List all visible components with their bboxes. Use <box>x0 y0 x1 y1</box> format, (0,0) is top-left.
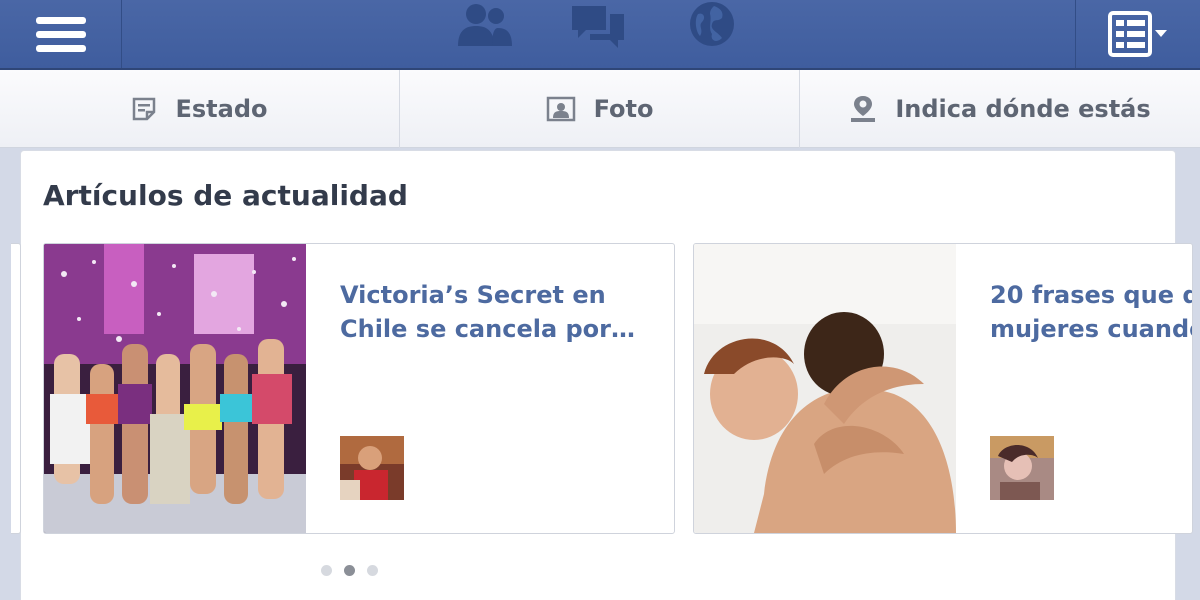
card-title: Artículos de actualidad <box>43 179 408 212</box>
top-navigation-bar <box>0 0 1200 70</box>
trending-articles-card: Artículos de actualidad Victoria’s Secre… <box>11 150 1193 600</box>
pager-dot-active[interactable] <box>344 565 355 576</box>
news-feed-filter-button[interactable] <box>1075 0 1200 68</box>
carousel-pager <box>321 565 378 576</box>
checkin-button[interactable]: Indica dónde estás <box>800 70 1200 148</box>
article-card[interactable]: Victoria’s Secret en Chile se cancela po… <box>43 243 675 534</box>
checkin-label: Indica dónde estás <box>895 95 1151 123</box>
notifications-globe-icon[interactable] <box>686 0 738 50</box>
pager-dot[interactable] <box>367 565 378 576</box>
friends-icon[interactable] <box>452 0 516 50</box>
photo-label: Foto <box>593 95 654 123</box>
article-thumbnail[interactable] <box>44 244 306 533</box>
pager-dot[interactable] <box>321 565 332 576</box>
article-title[interactable]: 20 frases que dic mujeres cuando <box>990 278 1192 346</box>
status-button[interactable]: Estado <box>0 70 400 148</box>
article-author-avatar[interactable] <box>990 436 1054 500</box>
menu-button[interactable] <box>0 0 122 68</box>
composer-bar: Estado Foto Indica dónde estás <box>0 70 1200 148</box>
article-card[interactable]: 20 frases que dic mujeres cuando <box>693 243 1193 534</box>
news-feed-filter-icon <box>1108 11 1167 57</box>
photo-button[interactable]: Foto <box>400 70 800 148</box>
article-title[interactable]: Victoria’s Secret en Chile se cancela po… <box>340 278 674 346</box>
status-label: Estado <box>175 95 268 123</box>
location-pin-icon <box>851 96 876 122</box>
messages-icon[interactable] <box>568 0 628 50</box>
status-edit-icon <box>133 97 156 121</box>
previous-article-card[interactable] <box>11 243 21 534</box>
hamburger-menu-icon <box>35 15 86 53</box>
photo-icon <box>546 96 575 122</box>
article-thumbnail[interactable] <box>694 244 956 533</box>
article-author-avatar[interactable] <box>340 436 404 500</box>
